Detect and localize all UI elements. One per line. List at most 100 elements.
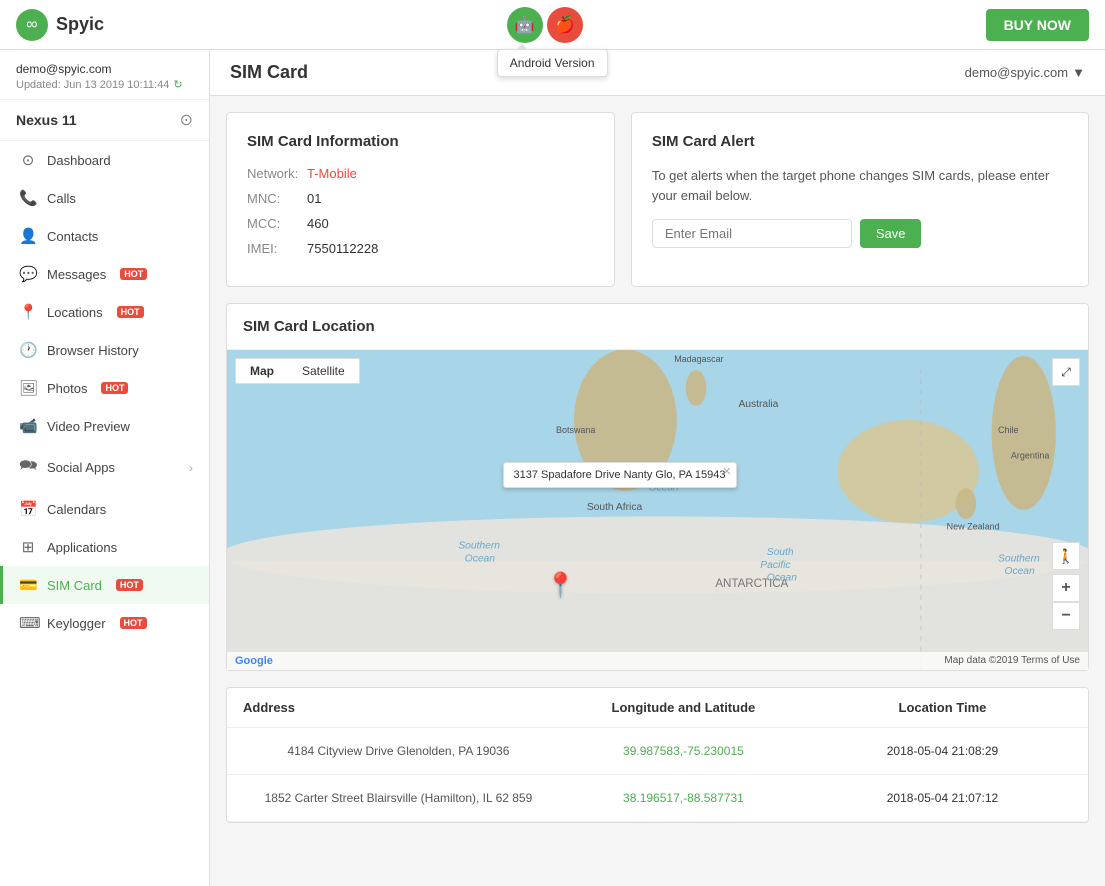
table-cell-time: 2018-05-04 21:08:29: [813, 744, 1072, 758]
video-preview-icon: 📹: [19, 417, 37, 435]
svg-text:South Africa: South Africa: [587, 502, 643, 513]
sidebar-item-dashboard[interactable]: ⊙Dashboard: [0, 141, 209, 179]
zoom-out-button[interactable]: −: [1052, 602, 1080, 630]
sidebar-item-label-calls: Calls: [47, 191, 76, 206]
sidebar-item-social-apps[interactable]: 🗪Social Apps›: [0, 445, 209, 490]
hot-badge-locations: HOT: [117, 306, 144, 318]
sidebar: demo@spyic.com Updated: Jun 13 2019 10:1…: [0, 50, 210, 886]
sidebar-item-messages[interactable]: 💬MessagesHOT: [0, 255, 209, 293]
hot-badge-messages: HOT: [120, 268, 147, 280]
logo-icon: ∞: [16, 9, 48, 41]
sidebar-item-calendars[interactable]: 📅 Calendars: [0, 490, 209, 528]
nav-arrow-social-apps: ›: [189, 461, 193, 475]
device-dropdown-icon[interactable]: ⊙: [180, 110, 193, 130]
svg-text:Argentina: Argentina: [1011, 451, 1049, 461]
dashboard-icon: ⊙: [19, 151, 37, 169]
calendars-icon: 📅: [19, 500, 37, 518]
svg-text:Ocean: Ocean: [1004, 566, 1035, 577]
device-name: Nexus 11: [16, 112, 77, 128]
map-container[interactable]: South Africa Australia ANTARCTICA Southe…: [227, 350, 1088, 670]
sidebar-item-label-calendars: Calendars: [47, 502, 106, 517]
hot-badge-keylogger: HOT: [120, 617, 147, 629]
table-cell-coords[interactable]: 38.196517,-88.587731: [554, 791, 813, 805]
logo-text: Spyic: [56, 14, 104, 35]
header-dropdown-icon[interactable]: ▼: [1072, 65, 1085, 80]
map-person-icon[interactable]: 🚶: [1052, 542, 1080, 570]
sidebar-nav: ⊙Dashboard 📞 Calls 👤Contacts💬MessagesHOT 📍 Lo…: [0, 141, 209, 886]
locations-icon: 📍: [19, 303, 37, 321]
ios-button[interactable]: 🍎: [547, 7, 583, 43]
applications-icon: ⊞: [19, 538, 37, 556]
map-popup: 3137 Spadafore Drive Nanty Glo, PA 15943…: [503, 462, 737, 488]
messages-icon: 💬: [19, 265, 37, 283]
email-input[interactable]: [652, 219, 852, 248]
sidebar-item-label-sim-card: SIM Card: [47, 578, 102, 593]
info-label: IMEI:: [247, 241, 307, 256]
sim-alert-form: Save: [652, 219, 1068, 248]
map-tab-satellite[interactable]: Satellite: [288, 359, 359, 383]
info-label: Network:: [247, 166, 307, 181]
android-button[interactable]: 🤖: [507, 7, 543, 43]
calls-icon: 📞: [19, 189, 37, 207]
sidebar-email: demo@spyic.com: [16, 62, 193, 76]
sidebar-item-sim-card[interactable]: 💳 SIM Card HOT: [0, 566, 209, 604]
info-value: 01: [307, 191, 321, 206]
sidebar-item-contacts[interactable]: 👤Contacts: [0, 217, 209, 255]
svg-text:Madagascar: Madagascar: [674, 354, 723, 364]
save-button[interactable]: Save: [860, 219, 922, 248]
svg-text:Ocean: Ocean: [465, 553, 496, 564]
svg-text:Chile: Chile: [998, 425, 1018, 435]
info-value: T-Mobile: [307, 166, 357, 181]
sidebar-item-label-keylogger: Keylogger: [47, 616, 106, 631]
photos-icon: 🖼: [19, 379, 37, 397]
table-row: 4184 Cityview Drive Glenolden, PA 190363…: [227, 728, 1088, 775]
map-pin-icon: 📍: [546, 571, 576, 600]
table-body: 4184 Cityview Drive Glenolden, PA 190363…: [227, 728, 1088, 822]
map-attribution: Map data ©2019 Terms of Use: [944, 655, 1080, 667]
device-row: Nexus 11 ⊙: [0, 100, 209, 141]
table-cell-address: 1852 Carter Street Blairsville (Hamilton…: [243, 791, 554, 805]
col-coords: Longitude and Latitude: [554, 700, 813, 715]
map-expand-button[interactable]: ⤢: [1052, 358, 1080, 386]
sidebar-item-label-locations: Locations: [47, 305, 103, 320]
hot-badge-sim-card: HOT: [116, 579, 143, 591]
info-row: MNC:01: [247, 191, 594, 206]
topbar: ∞ Spyic 🤖 🍎 Android Version BUY NOW: [0, 0, 1105, 50]
content-header: SIM Card demo@spyic.com ▼: [210, 50, 1105, 96]
sidebar-item-video-preview[interactable]: 📹 Video Preview: [0, 407, 209, 445]
svg-text:New Zealand: New Zealand: [947, 521, 1000, 531]
sidebar-item-label-social-apps: Social Apps: [47, 460, 115, 475]
table-cell-address: 4184 Cityview Drive Glenolden, PA 19036: [243, 744, 554, 758]
sidebar-item-label-browser-history: Browser History: [47, 343, 139, 358]
main-layout: demo@spyic.com Updated: Jun 13 2019 10:1…: [0, 50, 1105, 886]
header-email: demo@spyic.com ▼: [965, 65, 1085, 80]
svg-text:Pacific: Pacific: [760, 560, 791, 571]
map-svg: South Africa Australia ANTARCTICA Southe…: [227, 350, 1088, 670]
zoom-in-button[interactable]: +: [1052, 574, 1080, 602]
sidebar-item-calls[interactable]: 📞 Calls: [0, 179, 209, 217]
sidebar-item-label-applications: Applications: [47, 540, 117, 555]
sidebar-updated: Updated: Jun 13 2019 10:11:44 ↻: [16, 78, 193, 91]
refresh-icon[interactable]: ↻: [173, 78, 182, 91]
map-section: SIM Card Location South Africa: [226, 303, 1089, 671]
sidebar-item-keylogger[interactable]: ⌨ Keylogger HOT: [0, 604, 209, 642]
info-row: Network:T-Mobile: [247, 166, 594, 181]
map-zoom-controls: + −: [1052, 574, 1080, 630]
svg-text:Southern: Southern: [458, 541, 500, 552]
sim-card-icon: 💳: [19, 576, 37, 594]
sidebar-item-browser-history[interactable]: 🕐Browser History: [0, 331, 209, 369]
keylogger-icon: ⌨: [19, 614, 37, 632]
col-address: Address: [243, 700, 554, 715]
table-cell-coords[interactable]: 39.987583,-75.230015: [554, 744, 813, 758]
hot-badge-photos: HOT: [101, 382, 128, 394]
platform-switcher: 🤖 🍎 Android Version: [507, 7, 583, 43]
sidebar-item-label-video-preview: Video Preview: [47, 419, 130, 434]
info-value: 460: [307, 216, 329, 231]
map-title: SIM Card Location: [227, 304, 1088, 350]
sidebar-item-photos[interactable]: 🖼PhotosHOT: [0, 369, 209, 407]
sidebar-item-applications[interactable]: ⊞ Applications: [0, 528, 209, 566]
map-tab-map[interactable]: Map: [236, 359, 288, 383]
popup-close-icon[interactable]: ✕: [722, 465, 731, 478]
sidebar-item-locations[interactable]: 📍 Locations HOT: [0, 293, 209, 331]
buy-now-button[interactable]: BUY NOW: [986, 9, 1089, 41]
